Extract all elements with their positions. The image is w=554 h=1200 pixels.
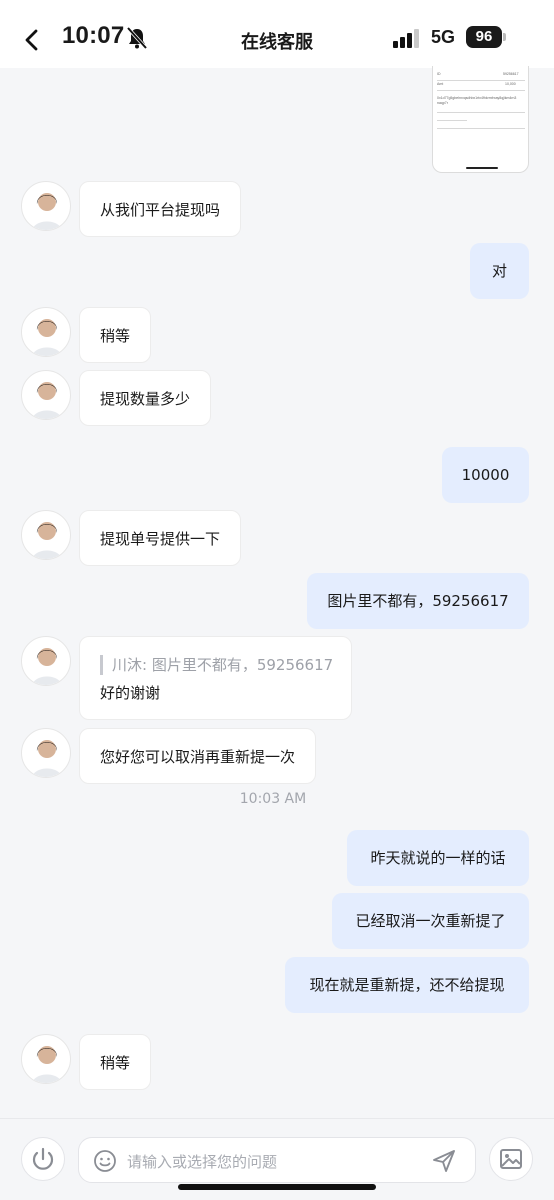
image-message-thumbnail[interactable]: ID 59256617 Amt 10,000 0x1d77g5gbehnxqsd… [432, 66, 529, 173]
message-bubble: 提现单号提供一下 [79, 510, 242, 566]
battery-tip [503, 33, 506, 41]
send-image-button[interactable] [489, 1137, 533, 1181]
send-icon[interactable] [431, 1148, 457, 1174]
message-input[interactable]: 请输入或选择您的问题 [78, 1137, 476, 1183]
home-indicator [178, 1184, 376, 1190]
agent-avatar [21, 636, 71, 686]
message-bubble: 10000 [442, 447, 529, 503]
message-bubble: 从我们平台提现吗 [79, 181, 242, 237]
battery-level: 96 [466, 26, 502, 48]
message-bubble: 提现数量多少 [79, 370, 212, 426]
message-bubble: 已经取消一次重新提了 [332, 893, 529, 949]
nav-bar: 10:07 在线客服 5G 96 [0, 0, 554, 68]
screenshot-row1-value: 59256617 [503, 72, 519, 76]
message-bubble: 现在就是重新提，还不给提现 [285, 957, 529, 1013]
reply-message-bubble: 川沐: 图片里不都有，59256617 好的谢谢 [79, 636, 352, 720]
reply-text: 好的谢谢 [100, 684, 161, 702]
agent-avatar [21, 307, 71, 357]
message-bubble: 昨天就说的一样的话 [347, 830, 529, 886]
agent-avatar [21, 510, 71, 560]
agent-avatar [21, 728, 71, 778]
input-placeholder: 请输入或选择您的问题 [127, 1153, 278, 1171]
message-bubble: 稍等 [79, 1034, 152, 1090]
power-icon [32, 1147, 54, 1170]
end-chat-button[interactable] [21, 1137, 65, 1181]
screenshot-row2-value: 10,000 [505, 82, 516, 86]
network-type: 5G [431, 27, 456, 47]
agent-avatar [21, 1034, 71, 1084]
agent-avatar [21, 181, 71, 231]
image-icon [500, 1149, 522, 1169]
message-bubble: 对 [470, 243, 529, 299]
message-bubble: 您好您可以取消再重新提一次 [79, 728, 317, 784]
message-timestamp: 10:03 AM [239, 791, 307, 807]
screenshot-row3-value: 0x1d77g5gbehnxqsdhbx1rtx4fhkrmfrxay8qjik… [437, 96, 517, 105]
quoted-message: 川沐: 图片里不都有，59256617 [100, 655, 333, 675]
message-bubble: 稍等 [79, 307, 152, 363]
agent-avatar [21, 370, 71, 420]
cellular-signal-icon [393, 29, 419, 48]
message-bubble: 图片里不都有，59256617 [307, 573, 529, 629]
emoji-icon[interactable] [93, 1149, 117, 1173]
